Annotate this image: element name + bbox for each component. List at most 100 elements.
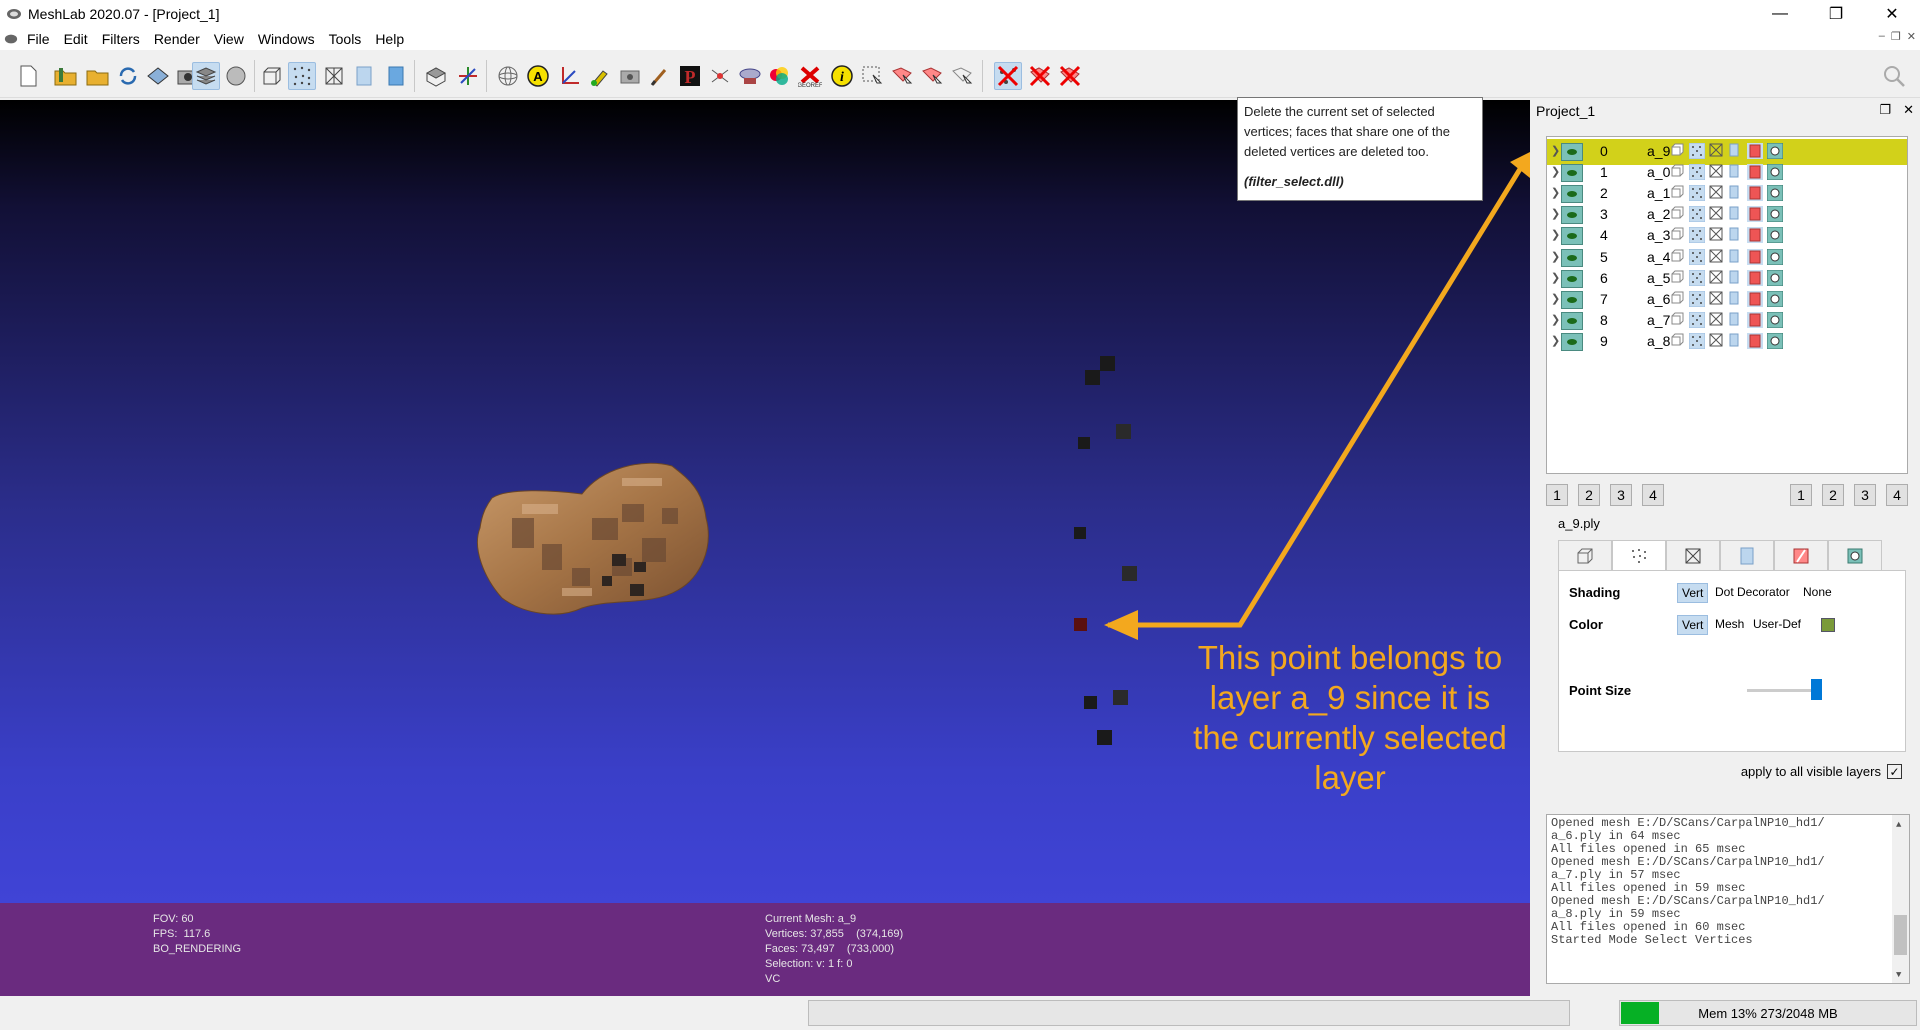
light-toggle-icon[interactable] <box>1766 248 1785 267</box>
menu-edit[interactable]: Edit <box>57 31 95 47</box>
right-view-button-3[interactable]: 3 <box>1854 484 1876 506</box>
bbox-toggle-icon[interactable] <box>1671 333 1689 351</box>
points-toggle-icon[interactable] <box>1688 248 1707 267</box>
bbox-toggle-icon[interactable] <box>1671 249 1689 267</box>
bbox-toggle-icon[interactable] <box>1671 291 1689 309</box>
light-toggle-icon[interactable] <box>1766 332 1785 351</box>
right-view-button-1[interactable]: 1 <box>1790 484 1812 506</box>
log-console[interactable]: Opened mesh E:/D/SCans/CarpalNP10_hd1/a_… <box>1546 814 1910 984</box>
fill-toggle-icon[interactable] <box>1729 270 1747 288</box>
shading-dot-decorator-option[interactable]: Dot Decorator <box>1711 583 1794 601</box>
bbox-toggle-icon[interactable] <box>1671 312 1689 330</box>
points-toggle-icon[interactable] <box>1688 163 1707 182</box>
render-mode-icon[interactable] <box>222 62 250 90</box>
tab-lighting[interactable] <box>1828 540 1882 570</box>
bbox-icon[interactable] <box>258 62 286 90</box>
flat-icon[interactable] <box>350 62 378 90</box>
smooth-icon[interactable] <box>382 62 410 90</box>
visibility-eye-icon[interactable] <box>1561 269 1583 288</box>
dock-float-button[interactable]: ❐ <box>1879 102 1891 118</box>
expand-arrow-icon[interactable]: ❯ <box>1551 207 1560 220</box>
points-toggle-icon[interactable] <box>1688 226 1707 245</box>
open-mesh-icon[interactable] <box>84 62 112 90</box>
wire-toggle-icon[interactable] <box>1709 227 1727 245</box>
bbox-toggle-icon[interactable] <box>1671 185 1689 203</box>
menu-tools[interactable]: Tools <box>322 31 369 47</box>
wire-toggle-icon[interactable] <box>1709 206 1727 224</box>
color-user-def-option[interactable]: User-Def <box>1749 615 1805 633</box>
points-toggle-icon[interactable] <box>1688 142 1707 161</box>
apply-all-checkbox[interactable]: ✓ <box>1887 764 1902 779</box>
texture-toggle-icon[interactable] <box>1747 248 1765 267</box>
align-icon[interactable] <box>706 62 734 90</box>
left-view-button-2[interactable]: 2 <box>1578 484 1600 506</box>
wire-toggle-icon[interactable] <box>1709 291 1727 309</box>
georef-icon[interactable]: GEOREF <box>796 62 824 90</box>
annotation-icon[interactable]: A <box>524 62 552 90</box>
mdi-restore-button[interactable]: ❐ <box>1891 30 1901 43</box>
visibility-eye-icon[interactable] <box>1561 290 1583 309</box>
fill-toggle-icon[interactable] <box>1729 312 1747 330</box>
light-toggle-icon[interactable] <box>1766 226 1785 245</box>
visibility-eye-icon[interactable] <box>1561 248 1583 267</box>
fill-toggle-icon[interactable] <box>1729 249 1747 267</box>
search-icon[interactable] <box>1880 62 1908 90</box>
texture-toggle-icon[interactable] <box>1747 185 1765 203</box>
tab-wireframe[interactable] <box>1666 540 1720 570</box>
wire-toggle-icon[interactable] <box>1709 333 1727 351</box>
menu-file[interactable]: File <box>20 31 57 47</box>
expand-arrow-icon[interactable]: ❯ <box>1551 144 1560 157</box>
bbox-toggle-icon[interactable] <box>1671 270 1689 288</box>
right-view-button-4[interactable]: 4 <box>1886 484 1908 506</box>
texture-toggle-icon[interactable] <box>1747 311 1765 330</box>
visibility-eye-icon[interactable] <box>1561 185 1583 204</box>
expand-arrow-icon[interactable]: ❯ <box>1551 186 1560 199</box>
points-toggle-icon[interactable] <box>1688 290 1707 309</box>
expand-arrow-icon[interactable]: ❯ <box>1551 228 1560 241</box>
points-toggle-icon[interactable] <box>1688 205 1707 224</box>
open-project-icon[interactable] <box>52 62 80 90</box>
color-mesh-option[interactable]: Mesh <box>1711 615 1748 633</box>
trackball-icon[interactable] <box>494 62 522 90</box>
user-color-swatch[interactable] <box>1821 618 1835 632</box>
measure-icon[interactable] <box>556 62 584 90</box>
apply-all-option[interactable]: apply to all visible layers ✓ <box>1741 764 1902 779</box>
camera-icon[interactable] <box>616 62 644 90</box>
expand-arrow-icon[interactable]: ❯ <box>1551 334 1560 347</box>
left-view-button-3[interactable]: 3 <box>1610 484 1632 506</box>
expand-arrow-icon[interactable]: ❯ <box>1551 292 1560 305</box>
left-view-button-4[interactable]: 4 <box>1642 484 1664 506</box>
3d-viewport[interactable]: This point belongs to layer a_9 since it… <box>0 100 1530 996</box>
points-toggle-icon[interactable] <box>1688 184 1707 203</box>
expand-arrow-icon[interactable]: ❯ <box>1551 250 1560 263</box>
fill-toggle-icon[interactable] <box>1729 143 1747 161</box>
wire-toggle-icon[interactable] <box>1709 185 1727 203</box>
wire-toggle-icon[interactable] <box>1709 312 1727 330</box>
fill-toggle-icon[interactable] <box>1729 185 1747 203</box>
select-faces-icon[interactable] <box>858 62 886 90</box>
wireframe-icon[interactable] <box>320 62 348 90</box>
texture-toggle-icon[interactable] <box>1747 269 1765 288</box>
new-file-icon[interactable] <box>14 62 42 90</box>
points-toggle-icon[interactable] <box>1688 311 1707 330</box>
layers-icon[interactable] <box>192 62 220 90</box>
shading-vert-option[interactable]: Vert <box>1677 583 1709 603</box>
bbox-toggle-icon[interactable] <box>1671 143 1689 161</box>
points-toggle-icon[interactable] <box>1688 332 1707 351</box>
select-vertices-icon[interactable] <box>888 62 916 90</box>
visibility-eye-icon[interactable] <box>1561 332 1583 351</box>
texture-toggle-icon[interactable] <box>1747 227 1765 245</box>
mdi-minimize-button[interactable]: – <box>1879 30 1885 43</box>
mdi-close-button[interactable]: ✕ <box>1907 30 1916 43</box>
visibility-eye-icon[interactable] <box>1561 227 1583 246</box>
menu-filters[interactable]: Filters <box>95 31 147 47</box>
texture-toggle-icon[interactable] <box>1747 143 1765 161</box>
visibility-eye-icon[interactable] <box>1561 311 1583 330</box>
maximize-button[interactable]: ❐ <box>1808 0 1864 28</box>
fill-toggle-icon[interactable] <box>1729 291 1747 309</box>
dock-close-button[interactable]: ✕ <box>1903 102 1914 118</box>
bbox-toggle-icon[interactable] <box>1671 206 1689 224</box>
tab-points[interactable] <box>1612 540 1666 571</box>
minimize-button[interactable]: — <box>1752 0 1808 28</box>
paint-icon[interactable] <box>586 62 614 90</box>
